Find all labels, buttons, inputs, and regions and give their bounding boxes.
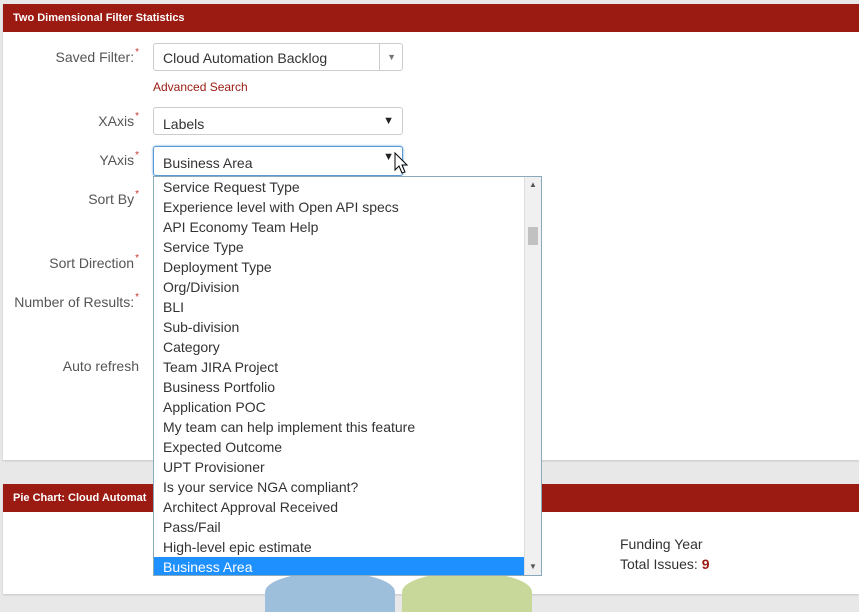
dropdown-option[interactable]: Team JIRA Project — [154, 357, 541, 377]
dropdown-option[interactable]: High-level epic estimate — [154, 537, 541, 557]
dropdown-option[interactable]: Experience level with Open API specs — [154, 197, 541, 217]
dropdown-option[interactable]: My team can help implement this feature — [154, 417, 541, 437]
dropdown-option[interactable]: Category — [154, 337, 541, 357]
dropdown-option[interactable]: Application POC — [154, 397, 541, 417]
xaxis-select[interactable]: Labels ▼ — [153, 107, 403, 135]
saved-filter-value: Cloud Automation Backlog — [163, 50, 328, 66]
xaxis-value: Labels — [163, 116, 205, 132]
dropdown-option[interactable]: UPT Provisioner — [154, 457, 541, 477]
yaxis-value: Business Area — [163, 155, 253, 171]
dropdown-option[interactable]: BLI — [154, 297, 541, 317]
xaxis-label: XAxis* — [98, 111, 139, 129]
pie-slice — [265, 572, 395, 612]
caret-down-icon: ▼ — [383, 115, 394, 127]
yaxis-select[interactable]: Business Area ▼ — [153, 146, 403, 176]
sort-direction-label: Sort Direction* — [49, 253, 139, 271]
scroll-up-icon[interactable]: ▲ — [525, 177, 541, 193]
auto-refresh-label: Auto refresh — [62, 358, 139, 374]
scroll-down-icon[interactable]: ▼ — [525, 559, 541, 575]
dropdown-option[interactable]: Sub-division — [154, 317, 541, 337]
dropdown-option[interactable]: Service Request Type — [154, 177, 541, 197]
dropdown-option[interactable]: Business Area — [154, 557, 541, 575]
dropdown-option[interactable]: Pass/Fail — [154, 517, 541, 537]
dropdown-option[interactable]: Business Portfolio — [154, 377, 541, 397]
sort-by-label: Sort By* — [88, 189, 139, 207]
dropdown-option[interactable]: Is your service NGA compliant? — [154, 477, 541, 497]
total-issues: Total Issues: 9 — [620, 556, 710, 572]
pie-slice — [402, 572, 532, 612]
scrollbar-thumb[interactable] — [528, 227, 538, 245]
dropdown-option[interactable]: API Economy Team Help — [154, 217, 541, 237]
saved-filter-select[interactable]: Cloud Automation Backlog ▼ — [153, 43, 403, 71]
dropdown-options: Service Request Type Experience level wit… — [154, 177, 541, 575]
yaxis-dropdown-list[interactable]: Service Request Type Experience level wit… — [153, 176, 542, 576]
yaxis-label: YAxis* — [99, 150, 139, 168]
panel-title: Two Dimensional Filter Statistics — [3, 4, 859, 32]
saved-filter-label: Saved Filter:* — [55, 47, 140, 65]
number-of-results-label: Number of Results:* — [14, 292, 139, 310]
mouse-cursor-icon — [394, 152, 409, 174]
funding-year-label: Funding Year — [620, 536, 703, 552]
dropdown-option[interactable]: Expected Outcome — [154, 437, 541, 457]
dropdown-option[interactable]: Deployment Type — [154, 257, 541, 277]
caret-down-icon: ▼ — [383, 151, 394, 163]
dropdown-option[interactable]: Org/Division — [154, 277, 541, 297]
advanced-search-link[interactable]: Advanced Search — [153, 80, 248, 94]
dropdown-option[interactable]: Architect Approval Received — [154, 497, 541, 517]
dropdown-option[interactable]: Service Type — [154, 237, 541, 257]
scrollbar[interactable]: ▲ ▼ — [524, 177, 541, 575]
chevron-down-icon: ▼ — [387, 52, 396, 62]
